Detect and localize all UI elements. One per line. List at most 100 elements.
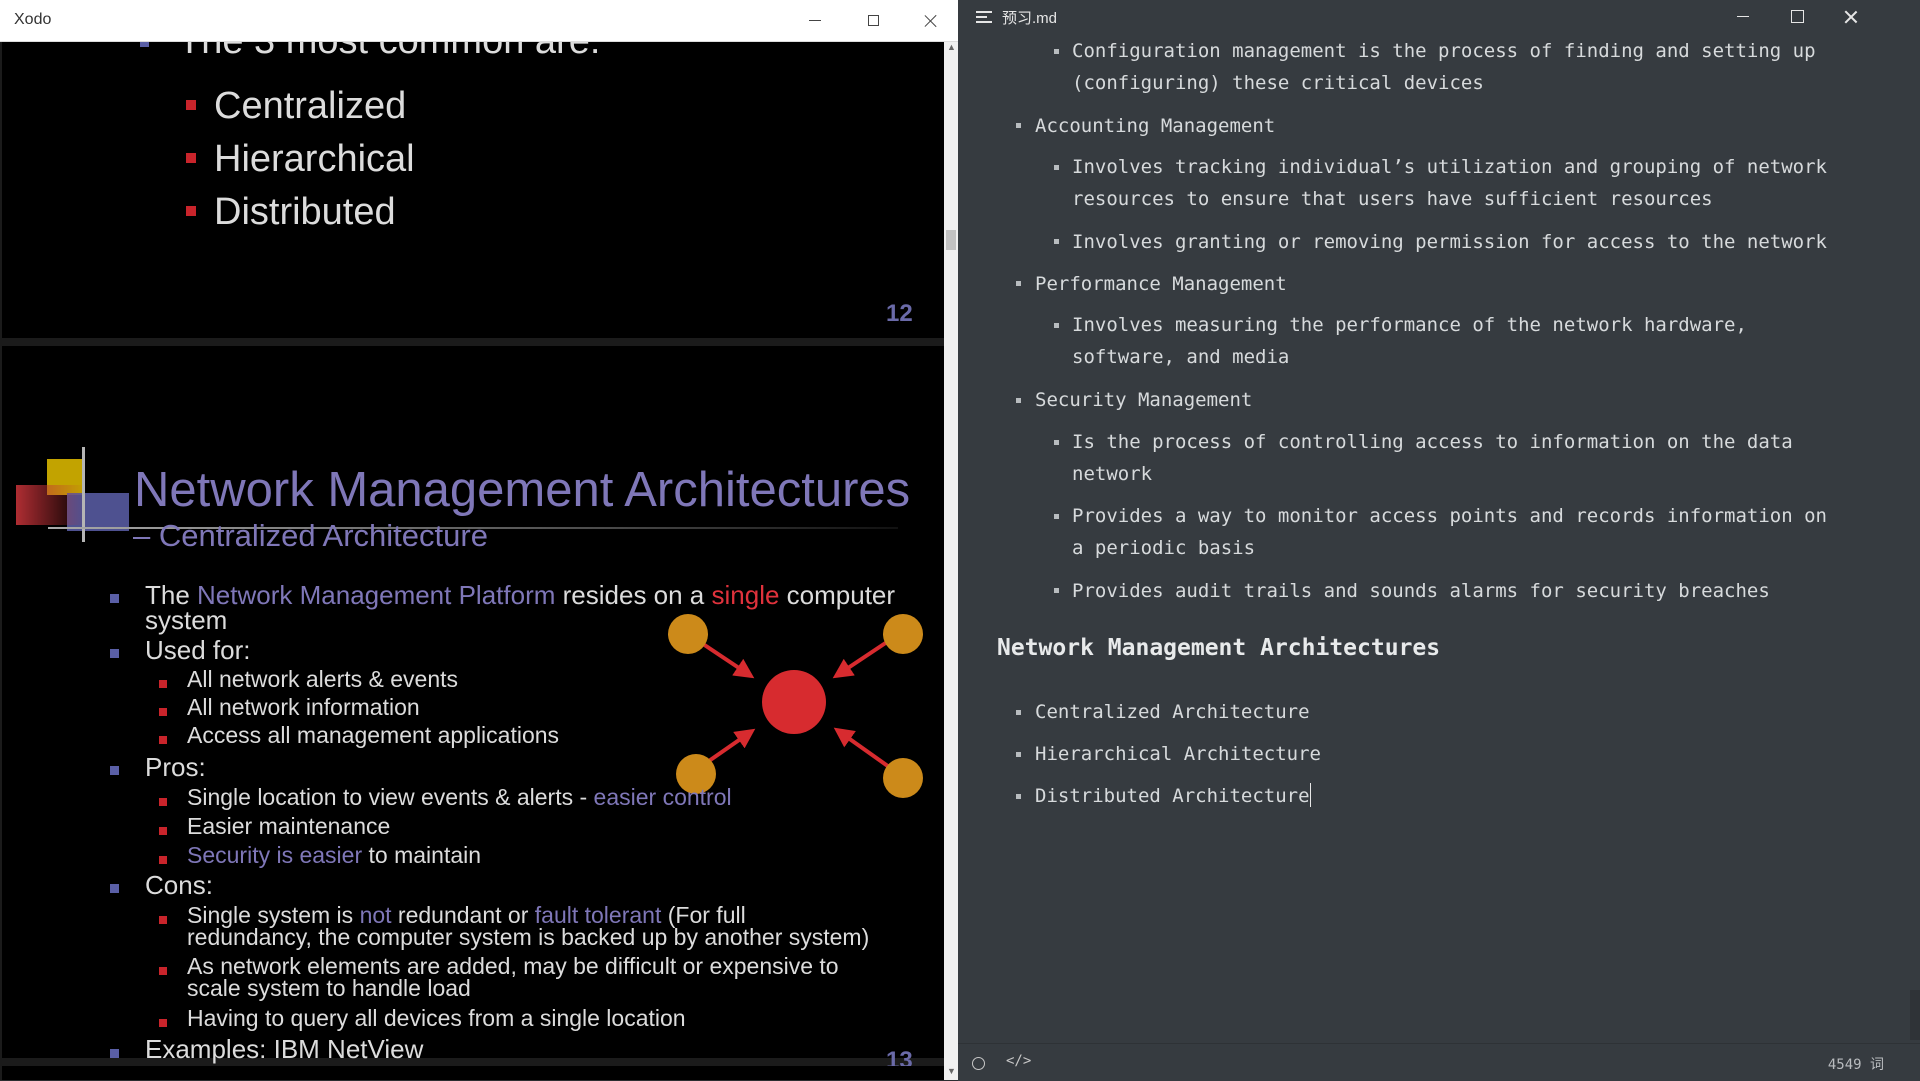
text: computer bbox=[779, 580, 896, 610]
xodo-titlebar[interactable]: Xodo bbox=[0, 0, 958, 42]
section-heading: Network Management Architectures bbox=[997, 635, 1441, 661]
file-name: 预习.md bbox=[1002, 10, 1058, 27]
maximize-icon bbox=[1790, 10, 1804, 23]
pros-heading: Pros: bbox=[145, 752, 206, 782]
slide-subtitle: – Centralized Architecture bbox=[133, 518, 488, 553]
word-count[interactable]: 4549 词 bbox=[1828, 1054, 1884, 1074]
text: to maintain bbox=[362, 842, 482, 868]
scrollbar-thumb[interactable] bbox=[946, 230, 956, 250]
list-item-text: Security Management bbox=[1035, 389, 1253, 411]
text-highlight: Security is easier bbox=[187, 842, 363, 868]
list-item-text: Involves tracking individual’s utilizati… bbox=[1072, 156, 1827, 178]
centralized-network-diagram bbox=[668, 614, 923, 798]
network-node bbox=[668, 614, 708, 654]
network-node bbox=[883, 614, 923, 654]
network-node bbox=[883, 758, 923, 798]
xodo-scrollbar[interactable]: ▲ ▼ bbox=[944, 42, 958, 1080]
slide-12-item: Hierarchical bbox=[214, 138, 415, 180]
bullet-icon bbox=[159, 708, 167, 716]
list-item-text: (configuring) these critical devices bbox=[1072, 72, 1484, 94]
list-item-text: Configuration management is the process … bbox=[1072, 40, 1816, 62]
xodo-maximize-button[interactable] bbox=[844, 0, 902, 41]
text-highlight: easier control bbox=[593, 784, 732, 810]
bullet-icon bbox=[1054, 440, 1059, 445]
bullet-icon bbox=[1016, 794, 1021, 799]
bullet-icon bbox=[1054, 239, 1059, 244]
list-item-text: Hierarchical Architecture bbox=[1035, 743, 1321, 765]
bullet-icon bbox=[1054, 323, 1059, 328]
bullet-platform-line2: system bbox=[145, 605, 228, 635]
list-item-text: software, and media bbox=[1072, 346, 1290, 368]
bullet-icon bbox=[1054, 49, 1059, 54]
bullet-icon bbox=[159, 1019, 167, 1027]
xodo-minimize-button[interactable] bbox=[786, 0, 844, 41]
cons-item-line2: scale system to handle load bbox=[187, 975, 471, 1001]
scroll-down-icon[interactable]: ▼ bbox=[947, 1066, 956, 1076]
bullet-icon bbox=[140, 42, 149, 47]
bullet-icon bbox=[159, 736, 167, 744]
list-item-text: network bbox=[1072, 463, 1153, 485]
list-item-text: a periodic basis bbox=[1072, 537, 1256, 559]
slide-12-item: Centralized bbox=[214, 85, 407, 127]
bullet-icon bbox=[159, 856, 167, 864]
list-item-text: Involves measuring the performance of th… bbox=[1072, 314, 1747, 336]
text-cursor bbox=[1309, 783, 1312, 807]
pros-item: Security is easier to maintain bbox=[187, 842, 481, 869]
bullet-icon bbox=[1016, 281, 1021, 286]
xodo-close-button[interactable] bbox=[902, 0, 958, 41]
bullet-icon bbox=[110, 649, 119, 658]
outline-toggle-icon[interactable] bbox=[972, 1057, 985, 1070]
used-for-item: All network information bbox=[187, 694, 420, 720]
minimize-icon bbox=[809, 20, 821, 21]
list-item-text: Is the process of controlling access to … bbox=[1072, 431, 1793, 453]
bullet-icon bbox=[1016, 752, 1021, 757]
bullet-platform: The Network Management Platform resides … bbox=[145, 580, 895, 611]
bullet-icon bbox=[110, 594, 119, 603]
maximize-icon bbox=[867, 15, 879, 26]
editor-maximize-button[interactable] bbox=[1768, 0, 1826, 33]
minimize-icon bbox=[1737, 16, 1749, 17]
bullet-icon bbox=[186, 153, 196, 163]
document-viewer[interactable]: The 3 most common are: Centralized Hiera… bbox=[0, 42, 944, 1080]
bullet-icon bbox=[110, 1049, 119, 1058]
text-highlight: single bbox=[711, 580, 780, 610]
list-item-text: Involves granting or removing permission… bbox=[1072, 231, 1827, 253]
source-mode-icon[interactable]: </> bbox=[1006, 1053, 1031, 1069]
editor-statusbar: </> 4549 词 bbox=[958, 1043, 1920, 1081]
pros-item: Easier maintenance bbox=[187, 813, 391, 839]
pros-item: Single location to view events & alerts … bbox=[187, 784, 732, 811]
slide-12: The 3 most common are: Centralized Hiera… bbox=[2, 42, 944, 338]
editor-close-button[interactable] bbox=[1822, 0, 1880, 33]
editor-scrollbar[interactable] bbox=[1910, 990, 1920, 1040]
bullet-icon bbox=[1016, 398, 1021, 403]
text: Distributed Architecture bbox=[1035, 785, 1310, 807]
menu-icon[interactable] bbox=[976, 11, 992, 23]
text-highlight: Network Management Platform bbox=[197, 580, 556, 610]
bullet-icon bbox=[186, 206, 196, 216]
bullet-icon bbox=[110, 766, 119, 775]
close-icon bbox=[1844, 10, 1858, 24]
list-item-text: Provides a way to monitor access points … bbox=[1072, 505, 1827, 527]
slide-14-edge bbox=[2, 1066, 944, 1080]
used-for-item: All network alerts & events bbox=[187, 666, 459, 692]
bullet-icon bbox=[186, 100, 196, 110]
bullet-icon bbox=[110, 884, 119, 893]
cons-heading: Cons: bbox=[145, 870, 213, 900]
used-for-heading: Used for: bbox=[145, 635, 251, 665]
cons-item-line2: redundancy, the computer system is backe… bbox=[187, 924, 870, 950]
slide-title: Network Management Architectures bbox=[134, 463, 911, 517]
xodo-window: Xodo The 3 most common are: Centralized … bbox=[0, 0, 958, 1080]
close-icon bbox=[924, 14, 938, 28]
list-item-text: Accounting Management bbox=[1035, 115, 1276, 137]
editor-titlebar[interactable]: 预习.md bbox=[958, 0, 1920, 33]
bullet-icon bbox=[1054, 588, 1059, 593]
bullet-icon bbox=[1016, 123, 1021, 128]
bullet-icon bbox=[1054, 165, 1059, 170]
scroll-up-icon[interactable]: ▲ bbox=[947, 42, 956, 52]
editor-minimize-button[interactable] bbox=[1714, 0, 1772, 33]
slide-12-item: Distributed bbox=[214, 191, 396, 233]
bullet-icon bbox=[159, 798, 167, 806]
examples-text: Examples: IBM NetView bbox=[145, 1034, 424, 1064]
text: Single location to view events & alerts … bbox=[187, 784, 594, 810]
list-item-text: Distributed Architecture bbox=[1035, 780, 1312, 812]
